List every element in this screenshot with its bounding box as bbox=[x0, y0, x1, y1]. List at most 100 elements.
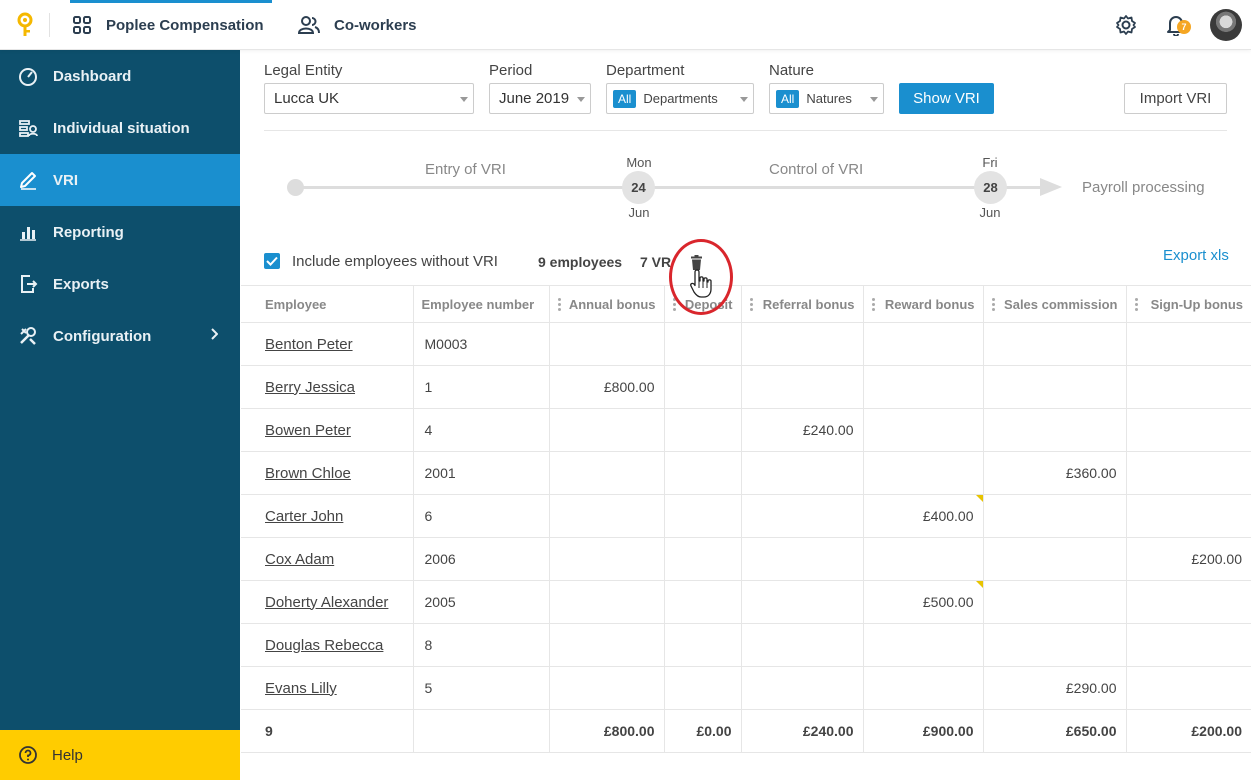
sidebar-item-dashboard[interactable]: Dashboard bbox=[0, 50, 240, 102]
column-menu-icon[interactable] bbox=[871, 298, 875, 313]
vri-cell[interactable] bbox=[982, 580, 1126, 624]
legal-entity-select[interactable]: Lucca UK bbox=[264, 83, 474, 114]
include-employees-label[interactable]: Include employees without VRI bbox=[292, 253, 498, 270]
vri-cell[interactable] bbox=[663, 666, 741, 710]
period-select[interactable]: June 2019 bbox=[489, 83, 591, 114]
col-header-annual-bonus[interactable]: Annual bonus bbox=[548, 285, 664, 323]
vri-cell[interactable] bbox=[982, 365, 1126, 409]
vri-cell[interactable] bbox=[663, 580, 741, 624]
col-header-sales-commission[interactable]: Sales commission bbox=[982, 285, 1126, 323]
column-menu-icon[interactable] bbox=[991, 298, 995, 313]
vri-cell[interactable] bbox=[1125, 623, 1251, 667]
department-select[interactable]: All Departments bbox=[606, 83, 754, 114]
import-vri-button[interactable]: Import VRI bbox=[1124, 83, 1227, 114]
vri-cell[interactable] bbox=[740, 365, 863, 409]
help-link[interactable]: Help bbox=[0, 730, 240, 780]
employee-link[interactable]: Cox Adam bbox=[265, 551, 334, 568]
vri-cell[interactable] bbox=[548, 580, 664, 624]
vri-cell[interactable] bbox=[663, 408, 741, 452]
vri-cell[interactable]: £290.00 bbox=[982, 666, 1126, 710]
employee-link[interactable]: Doherty Alexander bbox=[265, 594, 388, 611]
vri-cell[interactable] bbox=[663, 365, 741, 409]
sidebar-item-configuration[interactable]: Configuration bbox=[0, 310, 240, 362]
col-header-referral-bonus[interactable]: Referral bonus bbox=[740, 285, 863, 323]
vri-cell[interactable]: £800.00 bbox=[548, 365, 664, 409]
vri-cell[interactable] bbox=[982, 494, 1126, 538]
employee-link[interactable]: Brown Chloe bbox=[265, 465, 351, 482]
employee-cell[interactable]: Benton Peter bbox=[241, 322, 413, 366]
vri-cell[interactable] bbox=[740, 666, 863, 710]
vri-cell[interactable] bbox=[1125, 494, 1251, 538]
sidebar-item-vri[interactable]: VRI bbox=[0, 154, 240, 206]
column-menu-icon[interactable] bbox=[1134, 298, 1138, 313]
employee-link[interactable]: Douglas Rebecca bbox=[265, 637, 383, 654]
vri-cell[interactable] bbox=[1125, 365, 1251, 409]
vri-cell-with-comment[interactable]: £500.00 bbox=[862, 580, 983, 624]
avatar[interactable] bbox=[1210, 9, 1242, 41]
employee-cell[interactable]: Carter John bbox=[241, 494, 413, 538]
vri-cell[interactable] bbox=[982, 408, 1126, 452]
sidebar-item-exports[interactable]: Exports bbox=[0, 258, 240, 310]
employee-cell[interactable]: Cox Adam bbox=[241, 537, 413, 581]
vri-cell[interactable] bbox=[862, 537, 983, 581]
vri-cell[interactable] bbox=[982, 623, 1126, 667]
vri-cell[interactable] bbox=[740, 451, 863, 495]
vri-cell[interactable] bbox=[740, 537, 863, 581]
vri-cell[interactable] bbox=[548, 494, 664, 538]
vri-cell[interactable] bbox=[740, 623, 863, 667]
vri-cell[interactable] bbox=[663, 451, 741, 495]
employee-link[interactable]: Bowen Peter bbox=[265, 422, 351, 439]
vri-cell[interactable] bbox=[1125, 451, 1251, 495]
vri-cell[interactable] bbox=[663, 494, 741, 538]
employee-link[interactable]: Carter John bbox=[265, 508, 343, 525]
vri-cell[interactable] bbox=[862, 623, 983, 667]
employee-cell[interactable]: Berry Jessica bbox=[241, 365, 413, 409]
employee-cell[interactable]: Brown Chloe bbox=[241, 451, 413, 495]
employee-cell[interactable]: Bowen Peter bbox=[241, 408, 413, 452]
vri-cell[interactable] bbox=[548, 408, 664, 452]
vri-cell[interactable] bbox=[862, 408, 983, 452]
vri-cell[interactable]: £240.00 bbox=[740, 408, 863, 452]
export-xls-link[interactable]: Export xls bbox=[1163, 247, 1229, 264]
vri-cell[interactable]: £200.00 bbox=[1125, 537, 1251, 581]
vri-cell[interactable] bbox=[862, 365, 983, 409]
vri-cell[interactable] bbox=[982, 537, 1126, 581]
employee-link[interactable]: Evans Lilly bbox=[265, 680, 337, 697]
vri-cell-with-comment[interactable]: £400.00 bbox=[862, 494, 983, 538]
vri-cell[interactable] bbox=[548, 666, 664, 710]
sidebar-item-individual-situation[interactable]: Individual situation bbox=[0, 102, 240, 154]
employee-cell[interactable]: Doherty Alexander bbox=[241, 580, 413, 624]
col-header-reward-bonus[interactable]: Reward bonus bbox=[862, 285, 983, 323]
vri-cell[interactable] bbox=[663, 322, 741, 366]
app-tab-compensation[interactable]: Poplee Compensation bbox=[70, 0, 272, 50]
show-vri-button[interactable]: Show VRI bbox=[899, 83, 994, 114]
col-header-employee-number[interactable]: Employee number bbox=[412, 285, 549, 323]
vri-cell[interactable] bbox=[663, 537, 741, 581]
vri-cell[interactable] bbox=[1125, 408, 1251, 452]
vri-cell[interactable] bbox=[740, 494, 863, 538]
col-header-sign-up-bonus[interactable]: Sign-Up bonus bbox=[1125, 285, 1251, 323]
col-header-employee[interactable]: Employee bbox=[241, 285, 413, 323]
employee-link[interactable]: Benton Peter bbox=[265, 336, 353, 353]
lucca-logo-icon[interactable] bbox=[14, 12, 36, 38]
vri-cell[interactable] bbox=[862, 322, 983, 366]
employee-link[interactable]: Berry Jessica bbox=[265, 379, 355, 396]
settings-icon[interactable] bbox=[1113, 12, 1139, 38]
vri-cell[interactable] bbox=[548, 322, 664, 366]
column-menu-icon[interactable] bbox=[749, 298, 753, 313]
coworkers-link[interactable]: Co-workers bbox=[298, 0, 417, 50]
vri-cell[interactable] bbox=[663, 623, 741, 667]
vri-cell[interactable] bbox=[1125, 580, 1251, 624]
employee-cell[interactable]: Evans Lilly bbox=[241, 666, 413, 710]
vri-cell[interactable] bbox=[740, 580, 863, 624]
vri-cell[interactable] bbox=[862, 451, 983, 495]
vri-cell[interactable] bbox=[548, 623, 664, 667]
vri-cell[interactable] bbox=[1125, 666, 1251, 710]
column-menu-icon[interactable] bbox=[557, 298, 561, 313]
vri-cell[interactable] bbox=[740, 322, 863, 366]
vri-cell[interactable] bbox=[548, 537, 664, 581]
employee-cell[interactable]: Douglas Rebecca bbox=[241, 623, 413, 667]
nature-select[interactable]: All Natures bbox=[769, 83, 884, 114]
vri-cell[interactable] bbox=[1125, 322, 1251, 366]
vri-cell[interactable] bbox=[548, 451, 664, 495]
